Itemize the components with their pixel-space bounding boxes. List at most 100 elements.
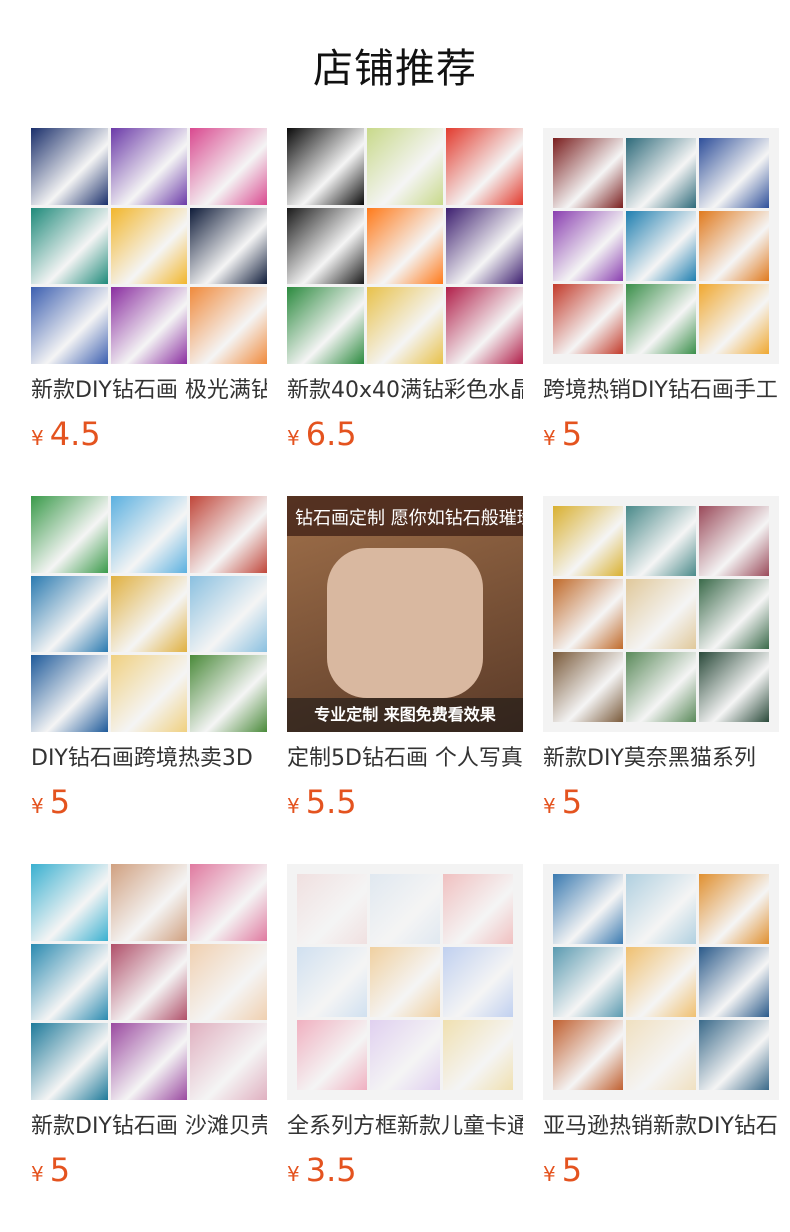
collage-tile bbox=[626, 579, 696, 649]
collage-tile bbox=[366, 128, 444, 205]
price-value: 5 bbox=[561, 1151, 583, 1189]
collage-tile bbox=[366, 287, 444, 364]
product-name[interactable]: 新款DIY莫奈黑猫系列 bbox=[543, 744, 779, 774]
product-price: ¥5 bbox=[543, 782, 779, 828]
product-card[interactable]: 新款40x40满钻彩色水晶 ¥6.5 bbox=[287, 128, 523, 460]
currency-symbol: ¥ bbox=[287, 1162, 300, 1186]
product-card[interactable]: 亚马逊热销新款DIY钻石画 ¥5 bbox=[543, 864, 779, 1196]
collage-tile bbox=[31, 287, 108, 364]
collage-tile bbox=[699, 579, 769, 649]
collage-tile bbox=[31, 655, 108, 732]
product-name[interactable]: 亚马逊热销新款DIY钻石画 bbox=[543, 1112, 779, 1142]
collage-tile bbox=[31, 943, 108, 1021]
collage-tile bbox=[31, 128, 108, 205]
collage-tile bbox=[110, 1023, 188, 1100]
collage-tile bbox=[626, 652, 696, 722]
collage-tile bbox=[699, 211, 769, 281]
collage-tile bbox=[190, 496, 267, 573]
price-value: 5 bbox=[49, 1151, 71, 1189]
collage-tile bbox=[553, 874, 623, 944]
collage-tile bbox=[190, 655, 267, 732]
collage-tile bbox=[190, 287, 267, 364]
collage-tile bbox=[553, 284, 623, 354]
currency-symbol: ¥ bbox=[543, 794, 556, 818]
product-card[interactable]: 新款DIY莫奈黑猫系列 ¥5 bbox=[543, 496, 779, 828]
collage-tile bbox=[370, 947, 440, 1017]
product-image[interactable] bbox=[31, 864, 267, 1100]
collage-tile bbox=[366, 207, 444, 285]
currency-symbol: ¥ bbox=[543, 1162, 556, 1186]
product-image[interactable] bbox=[287, 128, 523, 364]
collage-tile bbox=[699, 947, 769, 1017]
collage-tile bbox=[443, 947, 513, 1017]
product-image[interactable] bbox=[543, 128, 779, 364]
product-name[interactable]: DIY钻石画跨境热卖3D bbox=[31, 744, 267, 774]
collage-tile bbox=[31, 207, 108, 285]
collage-tile bbox=[297, 947, 367, 1017]
price-value: 5 bbox=[561, 415, 583, 453]
collage-tile bbox=[297, 1020, 367, 1090]
product-name[interactable]: 新款DIY钻石画 极光满钻 bbox=[31, 376, 267, 406]
collage-tile bbox=[699, 284, 769, 354]
collage-tile bbox=[287, 287, 364, 364]
collage-tile bbox=[699, 506, 769, 576]
collage-tile bbox=[190, 1023, 267, 1100]
price-value: 3.5 bbox=[305, 1151, 357, 1189]
collage-tile bbox=[626, 211, 696, 281]
collage-tile bbox=[553, 506, 623, 576]
collage-tile bbox=[31, 575, 108, 653]
collage-tile bbox=[553, 138, 623, 208]
product-card[interactable]: 全系列方框新款儿童卡通 ¥3.5 bbox=[287, 864, 523, 1196]
price-value: 5.5 bbox=[305, 783, 357, 821]
collage-tile bbox=[553, 1020, 623, 1090]
collage-tile bbox=[699, 874, 769, 944]
collage-tile bbox=[287, 207, 364, 285]
currency-symbol: ¥ bbox=[31, 1162, 44, 1186]
collage-tile bbox=[110, 575, 188, 653]
collage-tile bbox=[297, 874, 367, 944]
collage-tile bbox=[190, 207, 267, 285]
collage-tile bbox=[370, 1020, 440, 1090]
product-name[interactable]: 定制5D钻石画 个人写真 bbox=[287, 744, 523, 774]
product-name[interactable]: 新款DIY钻石画 沙滩贝壳 bbox=[31, 1112, 267, 1142]
collage-tile bbox=[31, 864, 108, 941]
product-card[interactable]: 新款DIY钻石画 沙滩贝壳 ¥5 bbox=[31, 864, 267, 1196]
product-image[interactable] bbox=[31, 496, 267, 732]
product-price: ¥5 bbox=[31, 1150, 267, 1196]
collage-tile bbox=[31, 496, 108, 573]
collage-tile bbox=[443, 1020, 513, 1090]
product-price: ¥6.5 bbox=[287, 414, 523, 460]
collage-tile bbox=[110, 128, 188, 205]
collage-tile bbox=[446, 128, 523, 205]
collage-tile bbox=[626, 506, 696, 576]
collage-tile bbox=[110, 207, 188, 285]
collage-tile bbox=[699, 1020, 769, 1090]
currency-symbol: ¥ bbox=[543, 426, 556, 450]
currency-symbol: ¥ bbox=[31, 794, 44, 818]
product-card[interactable]: 新款DIY钻石画 极光满钻 ¥4.5 bbox=[31, 128, 267, 460]
custom-banner-bottom-text: 专业定制 来图免费看效果 bbox=[314, 705, 496, 724]
product-card[interactable]: 钻石画定制 愿你如钻石般璀璨 专业定制 来图免费看效果 定制5D钻石画 个人写真… bbox=[287, 496, 523, 828]
collage-tile bbox=[110, 287, 188, 364]
collage-tile bbox=[626, 947, 696, 1017]
product-image[interactable] bbox=[31, 128, 267, 364]
collage-tile bbox=[190, 943, 267, 1021]
product-image[interactable] bbox=[287, 864, 523, 1100]
product-name[interactable]: 新款40x40满钻彩色水晶 bbox=[287, 376, 523, 406]
product-image[interactable] bbox=[543, 864, 779, 1100]
product-image[interactable]: 钻石画定制 愿你如钻石般璀璨 专业定制 来图免费看效果 bbox=[287, 496, 523, 732]
product-name[interactable]: 全系列方框新款儿童卡通 bbox=[287, 1112, 523, 1142]
product-card[interactable]: 跨境热销DIY钻石画手工 ¥5 bbox=[543, 128, 779, 460]
product-card[interactable]: DIY钻石画跨境热卖3D ¥5 bbox=[31, 496, 267, 828]
product-name[interactable]: 跨境热销DIY钻石画手工 bbox=[543, 376, 779, 406]
product-price: ¥5.5 bbox=[287, 782, 523, 828]
collage-tile bbox=[110, 496, 188, 573]
collage-tile bbox=[699, 138, 769, 208]
collage-tile bbox=[626, 874, 696, 944]
product-image[interactable] bbox=[543, 496, 779, 732]
product-price: ¥5 bbox=[31, 782, 267, 828]
collage-tile bbox=[446, 287, 523, 364]
price-value: 5 bbox=[49, 783, 71, 821]
collage-tile bbox=[190, 575, 267, 653]
collage-tile bbox=[190, 128, 267, 205]
